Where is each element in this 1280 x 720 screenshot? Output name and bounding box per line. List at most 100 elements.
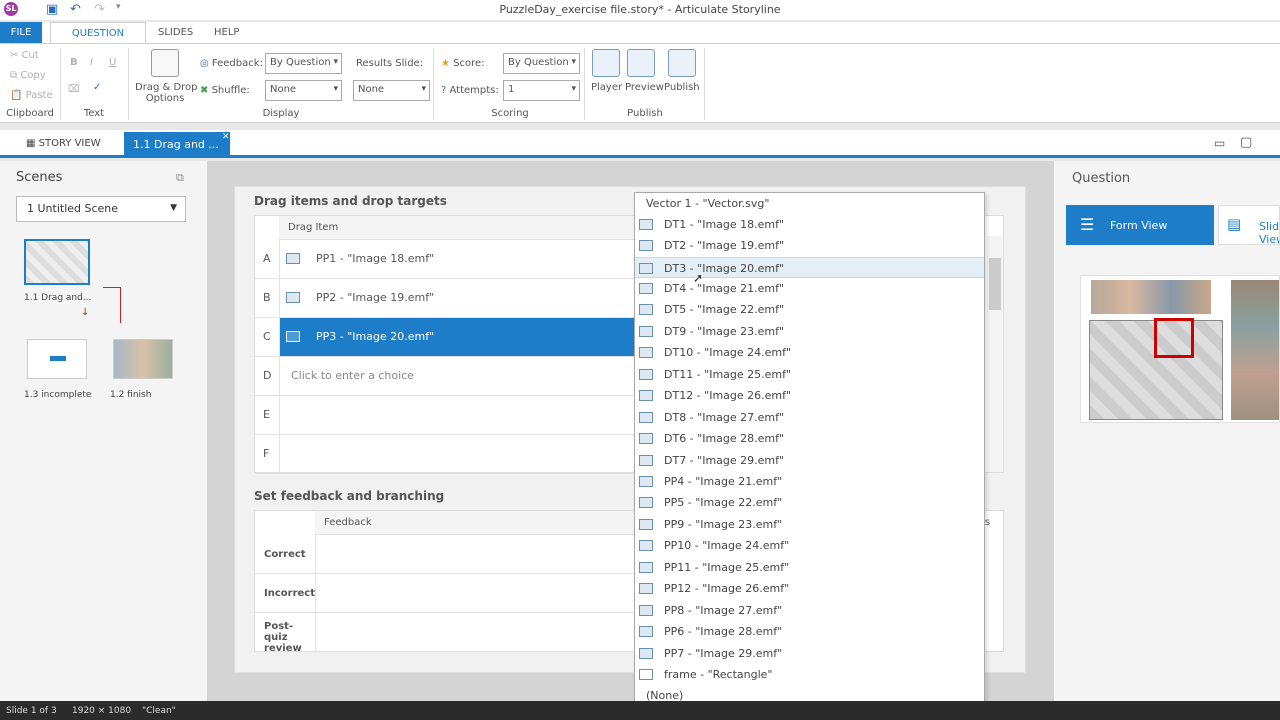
cut-button[interactable]: ✂ Cut xyxy=(10,50,39,61)
tab-question[interactable]: QUESTION xyxy=(50,22,146,44)
feedback-section-header: Set feedback and branching xyxy=(254,489,445,503)
results-slide-dropdown[interactable]: None xyxy=(353,80,430,101)
tab-help[interactable]: HELP xyxy=(204,22,249,43)
attempts-label: ? Attempts: xyxy=(441,85,499,96)
image-icon xyxy=(639,412,653,423)
attempts-dropdown[interactable]: 1 xyxy=(503,80,580,101)
close-tab-icon[interactable]: ✕ xyxy=(222,132,230,142)
status-bar: Slide 1 of 3 1920 × 1080 "Clean" xyxy=(0,701,1280,720)
table-row: A PP1 - "Image 18.emf" xyxy=(255,240,635,279)
slide-thumb-1[interactable] xyxy=(24,239,90,285)
drag-drop-options-icon[interactable] xyxy=(151,49,179,77)
feedback-cell[interactable] xyxy=(315,574,635,612)
cut-label: Cut xyxy=(21,50,39,61)
slide-view-button[interactable]: ▤ Slide View xyxy=(1218,205,1280,245)
drag-item-value: PP3 - "Image 20.emf" xyxy=(316,330,435,343)
spellcheck-icon[interactable]: ✓ xyxy=(93,82,101,93)
list-item[interactable]: PP11 - "Image 25.emf" xyxy=(635,557,984,578)
drag-item-cell[interactable] xyxy=(279,435,635,473)
list-item[interactable]: DT12 - "Image 26.emf" xyxy=(635,385,984,406)
feedback-cell[interactable] xyxy=(315,535,635,573)
slide-thumb-2[interactable] xyxy=(27,339,87,379)
branch-line xyxy=(103,287,121,288)
shuffle-dropdown[interactable]: None xyxy=(265,80,342,101)
list-item[interactable]: DT7 - "Image 29.emf" xyxy=(635,450,984,471)
tab-slides[interactable]: SLIDES xyxy=(148,22,203,43)
list-item[interactable]: DT2 - "Image 19.emf" xyxy=(635,235,984,256)
shuffle-icon: ✖ xyxy=(200,85,209,96)
feedback-dropdown[interactable]: By Question xyxy=(265,53,342,74)
list-item[interactable]: DT11 - "Image 25.emf" xyxy=(635,364,984,385)
story-view-tab[interactable]: ▦ STORY VIEW xyxy=(26,138,101,149)
list-item[interactable]: DT4 - "Image 21.emf" xyxy=(635,278,984,299)
drag-drop-options-button[interactable]: Drag & Drop Options xyxy=(135,82,198,104)
drag-item-cell[interactable]: PP1 - "Image 18.emf" xyxy=(279,240,635,278)
chevron-down-icon: ▼ xyxy=(170,203,177,213)
paste-button[interactable]: 📋 Paste xyxy=(10,90,53,101)
list-item-label: PP12 - "Image 26.emf" xyxy=(664,582,790,595)
scenes-panel: Scenes ⧉ 1 Untitled Scene ▼ 1.1 Drag and.… xyxy=(0,161,207,701)
list-item-label: PP7 - "Image 29.emf" xyxy=(664,647,783,660)
list-item[interactable]: PP10 - "Image 24.emf" xyxy=(635,535,984,556)
list-item[interactable]: PP5 - "Image 22.emf" xyxy=(635,492,984,513)
table-row: D Click to enter a choice xyxy=(255,357,635,396)
drag-item-cell-selected[interactable]: PP3 - "Image 20.emf" xyxy=(279,318,635,356)
list-item[interactable]: DT6 - "Image 28.emf" xyxy=(635,428,984,449)
list-item[interactable]: DT5 - "Image 22.emf" xyxy=(635,299,984,320)
list-item[interactable]: DT9 - "Image 23.emf" xyxy=(635,321,984,342)
attempts-icon: ? xyxy=(441,85,447,96)
player-button[interactable]: Player xyxy=(591,82,622,93)
preview-button[interactable]: Preview xyxy=(625,82,664,93)
list-item[interactable]: PP7 - "Image 29.emf" xyxy=(635,643,984,664)
list-item[interactable]: PP12 - "Image 26.emf" xyxy=(635,578,984,599)
score-dropdown[interactable]: By Question xyxy=(503,53,580,74)
slide-thumb-3[interactable] xyxy=(113,339,173,379)
image-icon xyxy=(639,605,653,616)
publish-button[interactable]: Publish xyxy=(664,82,700,93)
layout-icon[interactable]: ▭ xyxy=(1214,136,1225,150)
list-item[interactable]: DT8 - "Image 27.emf" xyxy=(635,407,984,428)
list-item[interactable]: PP9 - "Image 23.emf" xyxy=(635,514,984,535)
list-item[interactable]: PP4 - "Image 21.emf" xyxy=(635,471,984,492)
list-item-highlighted[interactable]: DT3 - "Image 20.emf" xyxy=(635,257,984,278)
frame-rectangle xyxy=(1154,318,1194,358)
italic-button[interactable]: I xyxy=(90,57,93,68)
choice-placeholder[interactable]: Click to enter a choice xyxy=(279,357,635,395)
image-icon xyxy=(639,240,653,251)
list-item[interactable]: frame - "Rectangle" xyxy=(635,664,984,685)
image-icon xyxy=(639,583,653,594)
list-item-label: PP5 - "Image 22.emf" xyxy=(664,496,783,509)
collapse-icon[interactable]: ⧉ xyxy=(176,171,184,185)
slide-tab[interactable]: 1.1 Drag and ... xyxy=(124,132,230,158)
ribbon: ✂ Cut ⧉ Copy 📋 Paste Clipboard B I U ⌧ ✓… xyxy=(0,43,1280,123)
window-title: PuzzleDay_exercise file.story* - Articul… xyxy=(499,3,781,16)
copy-button[interactable]: ⧉ Copy xyxy=(10,70,46,81)
bold-button[interactable]: B xyxy=(70,57,78,68)
list-item-label: DT5 - "Image 22.emf" xyxy=(664,303,785,316)
copy-label: Copy xyxy=(20,70,46,81)
feedback-cell[interactable] xyxy=(315,613,635,651)
window-icon[interactable]: ▢ xyxy=(1240,135,1252,150)
player-icon[interactable] xyxy=(592,49,620,77)
branch-line xyxy=(120,287,121,323)
tab-file[interactable]: FILE xyxy=(0,22,42,43)
drag-item-cell[interactable] xyxy=(279,396,635,434)
scrollbar[interactable] xyxy=(987,236,1003,472)
publish-icon[interactable] xyxy=(668,49,696,77)
drag-item-cell[interactable]: PP2 - "Image 19.emf" xyxy=(279,279,635,317)
list-item[interactable]: DT1 - "Image 18.emf" xyxy=(635,214,984,235)
list-item[interactable]: PP8 - "Image 27.emf" xyxy=(635,600,984,621)
list-item[interactable]: Vector 1 - "Vector.svg" xyxy=(635,193,984,214)
list-item[interactable]: DT10 - "Image 24.emf" xyxy=(635,342,984,363)
form-view-button[interactable]: ☰ Form View xyxy=(1066,205,1214,245)
preview-icon[interactable] xyxy=(627,49,655,77)
underline-button[interactable]: U xyxy=(109,57,116,68)
scrollbar-thumb[interactable] xyxy=(989,258,1001,310)
format-icon[interactable]: ⌧ xyxy=(68,84,80,95)
drag-item-value: PP2 - "Image 19.emf" xyxy=(316,291,435,304)
list-item[interactable]: PP6 - "Image 28.emf" xyxy=(635,621,984,642)
slide-thumb-1-caption: 1.1 Drag and... xyxy=(24,293,92,303)
shuffle-label: ✖ Shuffle: xyxy=(200,85,250,96)
row-letter: D xyxy=(263,369,272,382)
scene-dropdown[interactable]: 1 Untitled Scene ▼ xyxy=(16,196,186,222)
